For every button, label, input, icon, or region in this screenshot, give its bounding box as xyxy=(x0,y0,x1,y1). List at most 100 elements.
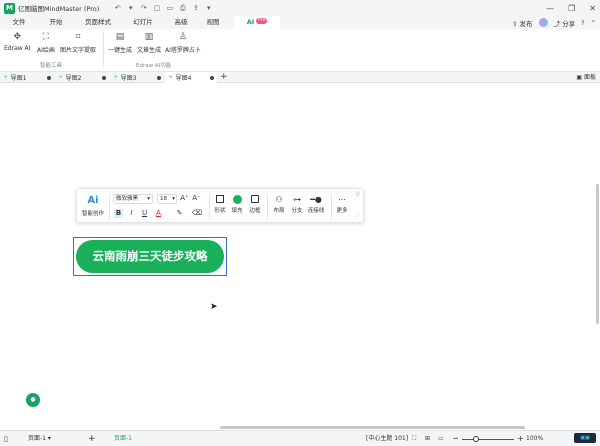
font-size-select[interactable]: 18 ▾ xyxy=(157,194,177,204)
zoom-out-button[interactable]: − xyxy=(452,431,459,446)
ai-painting-button[interactable]: ⛶ AI绘画 xyxy=(37,32,55,54)
mouse-cursor-icon: ➤ xyxy=(210,302,218,312)
chevron-down-icon[interactable]: ▾ xyxy=(126,4,135,12)
font-family-select[interactable]: 微软雅黑 ▾ xyxy=(113,194,153,204)
image-text-extract-button[interactable]: ⌗ 图片文字提取 xyxy=(60,32,96,54)
font-family-value: 微软雅黑 xyxy=(116,196,139,202)
panel-button[interactable]: ▣ 面板 xyxy=(576,72,596,83)
italic-button[interactable]: I xyxy=(127,209,136,218)
open-folder-icon[interactable]: ▭ xyxy=(165,4,174,12)
shape-button[interactable]: 形状 xyxy=(213,195,227,214)
minimize-icon[interactable]: — xyxy=(546,4,554,13)
close-icon[interactable]: ✕ xyxy=(589,4,596,13)
doc-tab-2[interactable]: ⑂ 导图2 xyxy=(55,72,109,83)
panel-icon: ▣ xyxy=(576,74,583,81)
menu-ai[interactable]: AI Pro xyxy=(234,16,280,29)
menu-right-actions: ⇧ 发布 ⤴ 分享 ? ⌃ xyxy=(512,16,596,29)
page-select[interactable]: 页面-1 ▾ xyxy=(28,431,51,446)
zoom-in-button[interactable]: + xyxy=(517,431,524,446)
font-color-button[interactable]: A xyxy=(154,209,163,218)
underline-button[interactable]: U xyxy=(140,209,149,218)
doc-tab-1[interactable]: ⑂ 导图1 xyxy=(0,72,54,83)
recording-badge: ▣▣ xyxy=(574,433,596,443)
connector-button[interactable]: ━● 连接线 xyxy=(306,195,326,214)
smart-create-button[interactable]: Ai 智能创作 xyxy=(82,195,104,217)
branch-icon: ⊶ xyxy=(293,195,301,204)
menu-start[interactable]: 开始 xyxy=(38,16,74,29)
ai-painting-label: AI绘画 xyxy=(37,47,55,54)
doc-tab-label: 导图3 xyxy=(120,75,137,82)
edraw-ai-label: Edraw AI xyxy=(4,45,31,52)
toolbar-divider xyxy=(109,194,110,220)
zoom-slider-handle[interactable] xyxy=(473,436,479,442)
ai-painting-icon: ⛶ xyxy=(42,32,50,42)
vertical-scrollbar[interactable] xyxy=(596,184,599,324)
fill-button[interactable]: 填充 xyxy=(230,195,244,214)
decrease-font-button[interactable]: A⁻ xyxy=(192,194,201,203)
group-label-edraw-ai: Edraw AI功能 xyxy=(136,63,172,69)
resize-icon[interactable]: ⋰ xyxy=(354,213,360,220)
clear-format-icon[interactable]: ⌫ xyxy=(192,209,202,218)
chevron-up-icon[interactable]: ⌃ xyxy=(591,19,596,27)
chat-assistant-button[interactable]: ● xyxy=(26,393,40,407)
pro-badge: Pro xyxy=(256,18,268,24)
add-tab-button[interactable]: + xyxy=(220,72,228,83)
menu-ai-label: AI xyxy=(246,18,255,26)
article-generate-button[interactable]: ▥ 文章生成 xyxy=(137,32,161,54)
more-dots-icon: ⋯ xyxy=(338,195,346,204)
doc-tab-4[interactable]: ⑂ 导图4 xyxy=(165,72,217,83)
mind-map-mode-icon[interactable]: ⊞ xyxy=(425,431,430,446)
slideshow-icon[interactable]: ▭ xyxy=(438,431,444,446)
more-label: 更多 xyxy=(336,208,348,214)
doc-tab-label: 导图1 xyxy=(10,75,27,82)
fit-page-icon[interactable]: ⛶ xyxy=(412,431,416,446)
image-text-extract-icon: ⌗ xyxy=(75,32,81,42)
edraw-ai-button[interactable]: ✥ Edraw AI xyxy=(4,32,30,52)
bold-button[interactable]: B xyxy=(114,209,123,218)
save-icon[interactable]: ▢ xyxy=(152,4,161,12)
horizontal-scrollbar[interactable] xyxy=(220,426,525,429)
menu-view[interactable]: 视图 xyxy=(198,16,228,29)
doc-tab-3[interactable]: ⑂ 导图3 xyxy=(110,72,164,83)
menu-file[interactable]: 文件 xyxy=(0,16,38,29)
pin-icon[interactable]: ⚲ xyxy=(356,191,360,198)
ribbon: ✥ Edraw AI ⛶ AI绘画 ⌗ 图片文字提取 智能工具 ▤ 一键生成 ▥… xyxy=(0,29,600,72)
avatar[interactable] xyxy=(538,18,548,27)
border-icon xyxy=(251,195,259,203)
chevron-down-icon: ▾ xyxy=(172,196,175,202)
fill-label: 填充 xyxy=(231,208,243,214)
share-label: 分享 xyxy=(562,19,576,28)
tarot-icon: ♙ xyxy=(178,32,187,42)
help-icon[interactable]: ? xyxy=(581,19,584,27)
branch-button[interactable]: ⊶ 分支 xyxy=(290,195,304,214)
export-icon[interactable]: ⇪ xyxy=(191,4,200,12)
restore-icon[interactable]: ❐ xyxy=(568,4,575,13)
ai-sparkle-icon: ✥ xyxy=(13,32,21,42)
print-icon[interactable]: ⎙ xyxy=(178,4,187,13)
border-button[interactable]: 边框 xyxy=(248,195,262,214)
increase-font-button[interactable]: A⁺ xyxy=(180,194,189,203)
ai-tarot-button[interactable]: ♙ AI塔罗牌占卜 xyxy=(165,32,201,54)
more-icon[interactable]: ▾ xyxy=(204,4,213,12)
publish-button[interactable]: ⇧ 发布 xyxy=(512,18,533,28)
undo-icon[interactable]: ↶ xyxy=(113,4,122,12)
add-page-button[interactable]: + xyxy=(88,431,96,446)
one-click-generate-button[interactable]: ▤ 一键生成 xyxy=(108,32,132,54)
menu-page-style[interactable]: 页面样式 xyxy=(74,16,122,29)
highlight-icon[interactable]: ✎ xyxy=(175,209,184,218)
zoom-slider[interactable] xyxy=(462,438,514,440)
menu-slides[interactable]: 幻灯片 xyxy=(122,16,164,29)
one-click-generate-label: 一键生成 xyxy=(108,47,133,54)
share-button[interactable]: ⤴ 分享 xyxy=(554,18,576,28)
page-tab[interactable]: 页面-1 xyxy=(114,431,132,446)
redo-icon[interactable]: ↷ xyxy=(139,4,148,12)
toolbar-divider xyxy=(331,194,332,220)
more-button[interactable]: ⋯ 更多 xyxy=(335,195,349,214)
page-list-icon[interactable]: ▯ xyxy=(4,431,8,446)
menu-advanced[interactable]: 高级 xyxy=(164,16,198,29)
layout-button[interactable]: ⚇ 布局 xyxy=(272,195,286,214)
main-topic-node[interactable]: 云南雨崩三天徒步攻略 xyxy=(76,240,224,273)
menu-bar: 文件 开始 页面样式 幻灯片 高级 视图 AI Pro xyxy=(0,16,600,29)
document-tab-bar: ⑂ 导图1 ⑂ 导图2 ⑂ 导图3 ⑂ 导图4 + ▣ 面板 xyxy=(0,72,600,83)
mindmap-icon: ⑂ xyxy=(59,74,63,81)
